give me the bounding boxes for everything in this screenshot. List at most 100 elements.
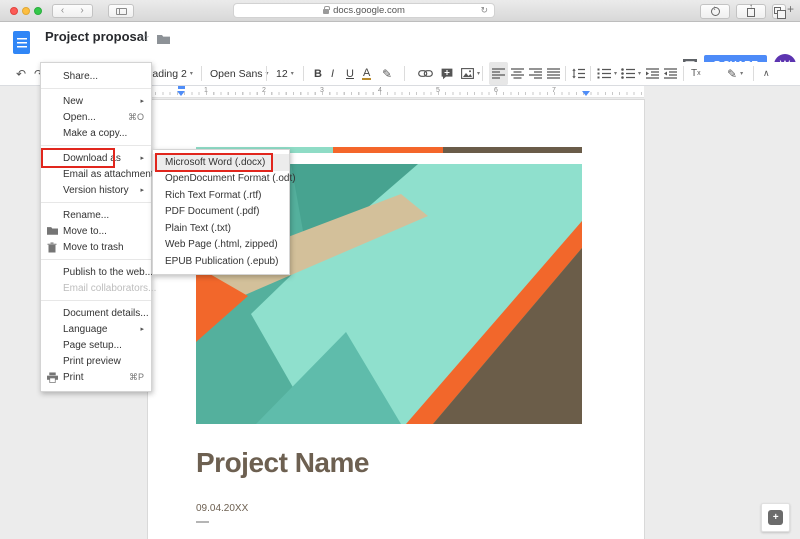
- chevron-down-icon: ▾: [291, 70, 294, 77]
- file-menu-item-print[interactable]: Print⌘P: [41, 369, 151, 385]
- add-comment-button[interactable]: [441, 62, 453, 85]
- file-menu-item-rename[interactable]: Rename...: [41, 207, 151, 223]
- folder-icon: [47, 226, 58, 235]
- submenu-item-rich-text[interactable]: Rich Text Format (.rtf): [153, 187, 289, 204]
- file-menu-item-make-a-copy[interactable]: Make a copy...: [41, 125, 151, 141]
- ruler-number: 5: [436, 87, 440, 94]
- ruler-number: 6: [494, 87, 498, 94]
- file-menu-item-email-collaborators: Email collaborators...: [41, 280, 151, 296]
- bulleted-list-button[interactable]: ▾: [621, 62, 641, 85]
- numbered-list-button[interactable]: ▾: [597, 62, 617, 85]
- submenu-item-opendocument[interactable]: OpenDocument Format (.odt): [153, 171, 289, 188]
- ssl-lock-icon: [323, 9, 329, 14]
- collapse-toolbar-button[interactable]: ∧: [763, 62, 770, 85]
- close-window-button[interactable]: [10, 7, 18, 15]
- link-icon: [418, 69, 433, 78]
- underline-button[interactable]: U: [346, 62, 354, 85]
- shortcut-label: ⌘P: [129, 372, 144, 383]
- project-date-text[interactable]: 09.04.20XX: [196, 503, 248, 514]
- minimize-window-button[interactable]: [22, 7, 30, 15]
- file-menu-item-new[interactable]: New▸: [41, 93, 151, 109]
- move-folder-icon[interactable]: [157, 34, 170, 44]
- sidebar-toggle-button[interactable]: [108, 4, 134, 18]
- submenu-item-epub[interactable]: EPUB Publication (.epub): [153, 253, 289, 270]
- chevron-down-icon: ▾: [190, 70, 193, 77]
- file-menu-item-open[interactable]: Open...⌘O: [41, 109, 151, 125]
- file-menu-item-move-to[interactable]: Move to...: [41, 223, 151, 239]
- chevron-down-icon: ▾: [740, 70, 743, 77]
- bold-button[interactable]: B: [314, 62, 322, 85]
- font-value: Open Sans: [210, 68, 263, 80]
- document-title[interactable]: Project proposal: [45, 29, 148, 44]
- decrease-indent-button[interactable]: [646, 62, 659, 85]
- editing-mode-dropdown[interactable]: ✎ ▾: [727, 62, 743, 85]
- align-right-button[interactable]: [526, 62, 545, 85]
- insert-image-button[interactable]: ▾: [461, 62, 480, 85]
- download-icon: [711, 7, 720, 16]
- ruler-number: 1: [204, 87, 208, 94]
- submenu-item-pdf[interactable]: PDF Document (.pdf): [153, 204, 289, 221]
- file-menu-item-document-details[interactable]: Document details...: [41, 305, 151, 321]
- highlight-color-button[interactable]: ✎: [382, 62, 392, 85]
- address-url: docs.google.com: [333, 5, 405, 16]
- font-dropdown[interactable]: Open Sans ▾: [210, 62, 269, 85]
- new-tab-button[interactable]: +: [787, 2, 794, 16]
- zoom-window-button[interactable]: [34, 7, 42, 15]
- align-right-icon: [529, 68, 542, 79]
- submenu-item-microsoft-word[interactable]: Microsoft Word (.docx): [153, 154, 289, 171]
- file-menu-item-language[interactable]: Language▸: [41, 321, 151, 337]
- explore-button[interactable]: +: [761, 503, 790, 532]
- undo-button[interactable]: ↶: [16, 62, 26, 85]
- file-menu-item-share[interactable]: Share...: [41, 68, 151, 84]
- star-icon[interactable]: ☆: [140, 31, 150, 44]
- downloads-button[interactable]: [700, 4, 730, 19]
- insert-link-button[interactable]: [418, 62, 433, 85]
- numbered-list-icon: [597, 68, 611, 79]
- screen: ‹ › docs.google.com ↻ + Project proposal…: [0, 0, 800, 539]
- chevron-down-icon: ▾: [477, 70, 480, 77]
- submenu-arrow-icon: ▸: [140, 325, 144, 333]
- ruler-number: 7: [552, 87, 556, 94]
- file-menu: Share... New▸ Open...⌘O Make a copy... D…: [40, 62, 152, 392]
- ruler-track[interactable]: 1 2 3 4 5 6 7: [148, 86, 644, 98]
- google-docs-logo-icon[interactable]: [13, 31, 30, 54]
- increase-indent-button[interactable]: [664, 62, 677, 85]
- tabs-icon: [774, 7, 781, 14]
- align-center-button[interactable]: [508, 62, 527, 85]
- align-left-button[interactable]: [489, 62, 508, 85]
- align-left-icon: [492, 68, 505, 79]
- file-menu-item-move-to-trash[interactable]: Move to trash: [41, 239, 151, 255]
- clear-formatting-button[interactable]: Tx: [691, 62, 701, 85]
- align-justify-button[interactable]: [544, 62, 563, 85]
- reload-icon[interactable]: ↻: [480, 5, 488, 16]
- strip-brown-segment: [443, 147, 582, 153]
- chevron-down-icon: ▾: [638, 70, 641, 77]
- image-icon: [461, 68, 474, 79]
- shortcut-label: ⌘O: [128, 112, 144, 123]
- font-size-value: 12: [276, 68, 288, 80]
- file-menu-item-page-setup[interactable]: Page setup...: [41, 337, 151, 353]
- undo-icon: ↶: [16, 67, 26, 81]
- browser-back-button[interactable]: ‹: [52, 4, 73, 18]
- file-menu-item-download-as[interactable]: Download as▸: [41, 150, 151, 166]
- italic-button[interactable]: I: [331, 62, 334, 85]
- line-spacing-icon: [572, 68, 585, 79]
- font-size-dropdown[interactable]: 12 ▾: [276, 62, 294, 85]
- first-line-indent-marker[interactable]: [178, 86, 185, 89]
- tab-overview-button[interactable]: [772, 4, 786, 19]
- text-color-button[interactable]: A: [362, 62, 371, 85]
- strip-orange-segment: [333, 147, 443, 153]
- file-menu-item-email-as-attachment[interactable]: Email as attachment...: [41, 166, 151, 182]
- share-page-button[interactable]: [736, 4, 766, 19]
- browser-forward-button[interactable]: ›: [72, 4, 93, 18]
- file-menu-item-version-history[interactable]: Version history▸: [41, 182, 151, 198]
- project-title-text[interactable]: Project Name: [196, 447, 369, 479]
- submenu-item-plain-text[interactable]: Plain Text (.txt): [153, 220, 289, 237]
- add-comment-icon: [441, 68, 453, 80]
- submenu-item-web-page[interactable]: Web Page (.html, zipped): [153, 237, 289, 254]
- line-spacing-button[interactable]: [572, 62, 585, 85]
- chevron-down-icon: ▾: [614, 70, 617, 77]
- file-menu-item-print-preview[interactable]: Print preview: [41, 353, 151, 369]
- file-menu-item-publish-to-web[interactable]: Publish to the web...: [41, 264, 151, 280]
- address-bar[interactable]: docs.google.com ↻: [233, 3, 495, 18]
